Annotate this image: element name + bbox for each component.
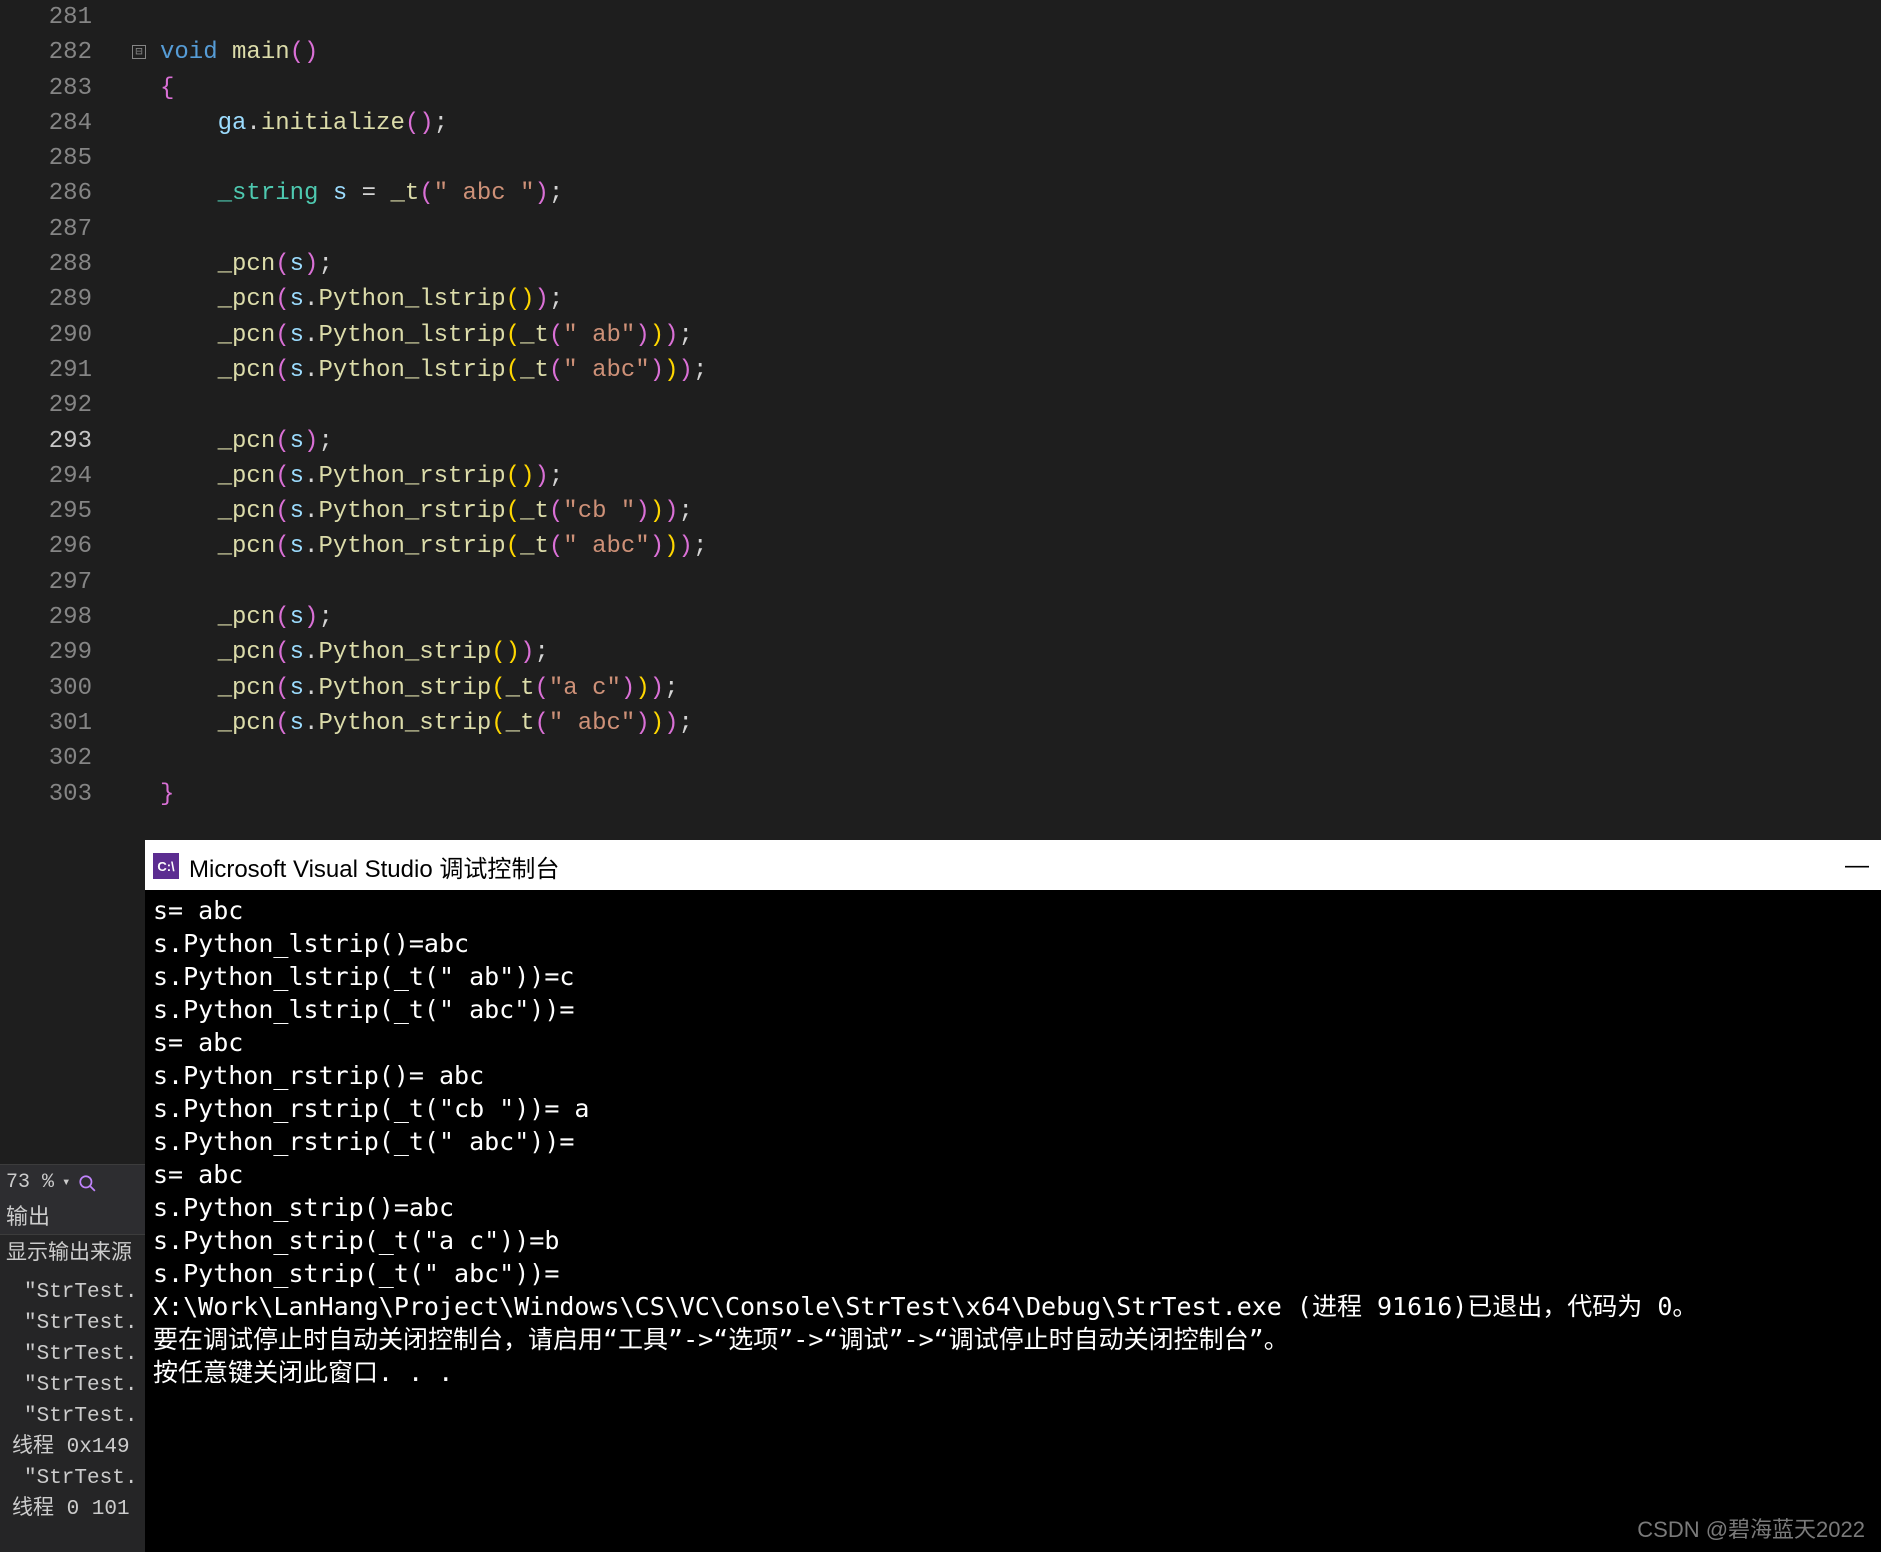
console-line: s.Python_rstrip(_t("cb "))= a: [153, 1092, 1873, 1125]
line-number[interactable]: 285: [0, 141, 92, 176]
code-line[interactable]: [160, 565, 1881, 600]
console-line: 要在调试停止时自动关闭控制台，请启用“工具”->“选项”->“调试”->“调试停…: [153, 1323, 1873, 1356]
code-line[interactable]: _pcn(s);: [160, 600, 1881, 635]
output-panel-title: 输出: [0, 1201, 145, 1235]
code-line[interactable]: _pcn(s.Python_rstrip(_t(" abc")));: [160, 529, 1881, 564]
line-number[interactable]: 291: [0, 353, 92, 388]
zoom-level[interactable]: 73 %: [6, 1167, 54, 1199]
line-number[interactable]: 284: [0, 106, 92, 141]
output-line: "StrTest.: [0, 1339, 145, 1370]
code-line[interactable]: _pcn(s.Python_strip());: [160, 635, 1881, 670]
code-content[interactable]: void main(){ ga.initialize(); _string s …: [120, 0, 1881, 830]
code-line[interactable]: [160, 388, 1881, 423]
console-title: Microsoft Visual Studio 调试控制台: [189, 849, 559, 884]
console-line: s= abc: [153, 894, 1873, 927]
line-number[interactable]: 289: [0, 282, 92, 317]
debug-console-window[interactable]: C:\ Microsoft Visual Studio 调试控制台 — s= a…: [145, 840, 1881, 1552]
code-line[interactable]: ga.initialize();: [160, 106, 1881, 141]
console-line: s.Python_strip()=abc: [153, 1191, 1873, 1224]
line-number[interactable]: 297: [0, 565, 92, 600]
console-line: s.Python_rstrip(_t(" abc"))=: [153, 1125, 1873, 1158]
code-line[interactable]: _pcn(s.Python_rstrip(_t("cb ")));: [160, 494, 1881, 529]
line-number[interactable]: 295: [0, 494, 92, 529]
console-line: s.Python_lstrip(_t(" abc"))=: [153, 993, 1873, 1026]
code-line[interactable]: [160, 212, 1881, 247]
code-line[interactable]: void main(): [160, 35, 1881, 70]
code-editor[interactable]: 2812822832842852862872882892902912922932…: [0, 0, 1881, 830]
console-line: s= abc: [153, 1158, 1873, 1191]
output-lines: "StrTest."StrTest."StrTest."StrTest."Str…: [0, 1275, 145, 1527]
line-number[interactable]: 303: [0, 777, 92, 812]
zoom-bar[interactable]: 73 % ▾: [0, 1165, 145, 1201]
code-line[interactable]: _pcn(s.Python_lstrip(_t(" abc")));: [160, 353, 1881, 388]
line-number[interactable]: 294: [0, 459, 92, 494]
code-line[interactable]: _pcn(s.Python_strip(_t("a c")));: [160, 671, 1881, 706]
line-number[interactable]: 302: [0, 741, 92, 776]
console-line: s.Python_lstrip(_t(" ab"))=c: [153, 960, 1873, 993]
code-line[interactable]: _pcn(s);: [160, 247, 1881, 282]
line-gutter[interactable]: 2812822832842852862872882892902912922932…: [0, 0, 120, 830]
line-number[interactable]: 290: [0, 318, 92, 353]
line-number[interactable]: 283: [0, 71, 92, 106]
code-line[interactable]: _pcn(s.Python_lstrip(_t(" ab")));: [160, 318, 1881, 353]
console-line: s.Python_rstrip()= abc: [153, 1059, 1873, 1092]
output-line: "StrTest.: [0, 1308, 145, 1339]
console-line: s= abc: [153, 1026, 1873, 1059]
console-line: 按任意键关闭此窗口. . .: [153, 1356, 1873, 1389]
line-number[interactable]: 288: [0, 247, 92, 282]
code-line[interactable]: {: [160, 71, 1881, 106]
line-number[interactable]: 293: [0, 424, 92, 459]
console-output[interactable]: s= abcs.Python_lstrip()=abcs.Python_lstr…: [145, 890, 1881, 1393]
output-line: "StrTest.: [0, 1463, 145, 1494]
output-line: 线程 0 101: [0, 1494, 145, 1525]
output-source-label: 显示输出来源: [0, 1235, 145, 1275]
line-number[interactable]: 299: [0, 635, 92, 670]
line-number[interactable]: 301: [0, 706, 92, 741]
output-line: 线程 0x149: [0, 1432, 145, 1463]
chevron-down-icon[interactable]: ▾: [62, 1167, 70, 1199]
zoom-icon[interactable]: [78, 1174, 96, 1192]
code-line[interactable]: _pcn(s);: [160, 424, 1881, 459]
watermark-text: CSDN @碧海蓝天2022: [1637, 1512, 1865, 1544]
line-number[interactable]: 296: [0, 529, 92, 564]
code-line[interactable]: [160, 141, 1881, 176]
line-number[interactable]: 286: [0, 176, 92, 211]
line-number[interactable]: 298: [0, 600, 92, 635]
code-line[interactable]: _pcn(s.Python_strip(_t(" abc")));: [160, 706, 1881, 741]
console-line: s.Python_strip(_t(" abc"))=: [153, 1257, 1873, 1290]
line-number[interactable]: 300: [0, 671, 92, 706]
code-line[interactable]: _pcn(s.Python_rstrip());: [160, 459, 1881, 494]
bottom-left-panel: 73 % ▾ 输出 显示输出来源 "StrTest."StrTest."StrT…: [0, 1164, 145, 1552]
code-line[interactable]: [160, 741, 1881, 776]
console-line: X:\Work\LanHang\Project\Windows\CS\VC\Co…: [153, 1290, 1873, 1323]
console-titlebar[interactable]: C:\ Microsoft Visual Studio 调试控制台 —: [145, 842, 1881, 890]
line-number[interactable]: 287: [0, 212, 92, 247]
output-line: "StrTest.: [0, 1370, 145, 1401]
code-line[interactable]: _string s = _t(" abc ");: [160, 176, 1881, 211]
console-app-icon: C:\: [153, 853, 179, 879]
code-line[interactable]: [160, 0, 1881, 35]
console-line: s.Python_lstrip()=abc: [153, 927, 1873, 960]
code-line[interactable]: }: [160, 777, 1881, 812]
output-line: "StrTest.: [0, 1401, 145, 1432]
code-line[interactable]: _pcn(s.Python_lstrip());: [160, 282, 1881, 317]
line-number[interactable]: 281: [0, 0, 92, 35]
output-line: "StrTest.: [0, 1277, 145, 1308]
console-line: s.Python_strip(_t("a c"))=b: [153, 1224, 1873, 1257]
line-number[interactable]: 282: [0, 35, 92, 70]
line-number[interactable]: 292: [0, 388, 92, 423]
minimize-button[interactable]: —: [1845, 852, 1869, 880]
